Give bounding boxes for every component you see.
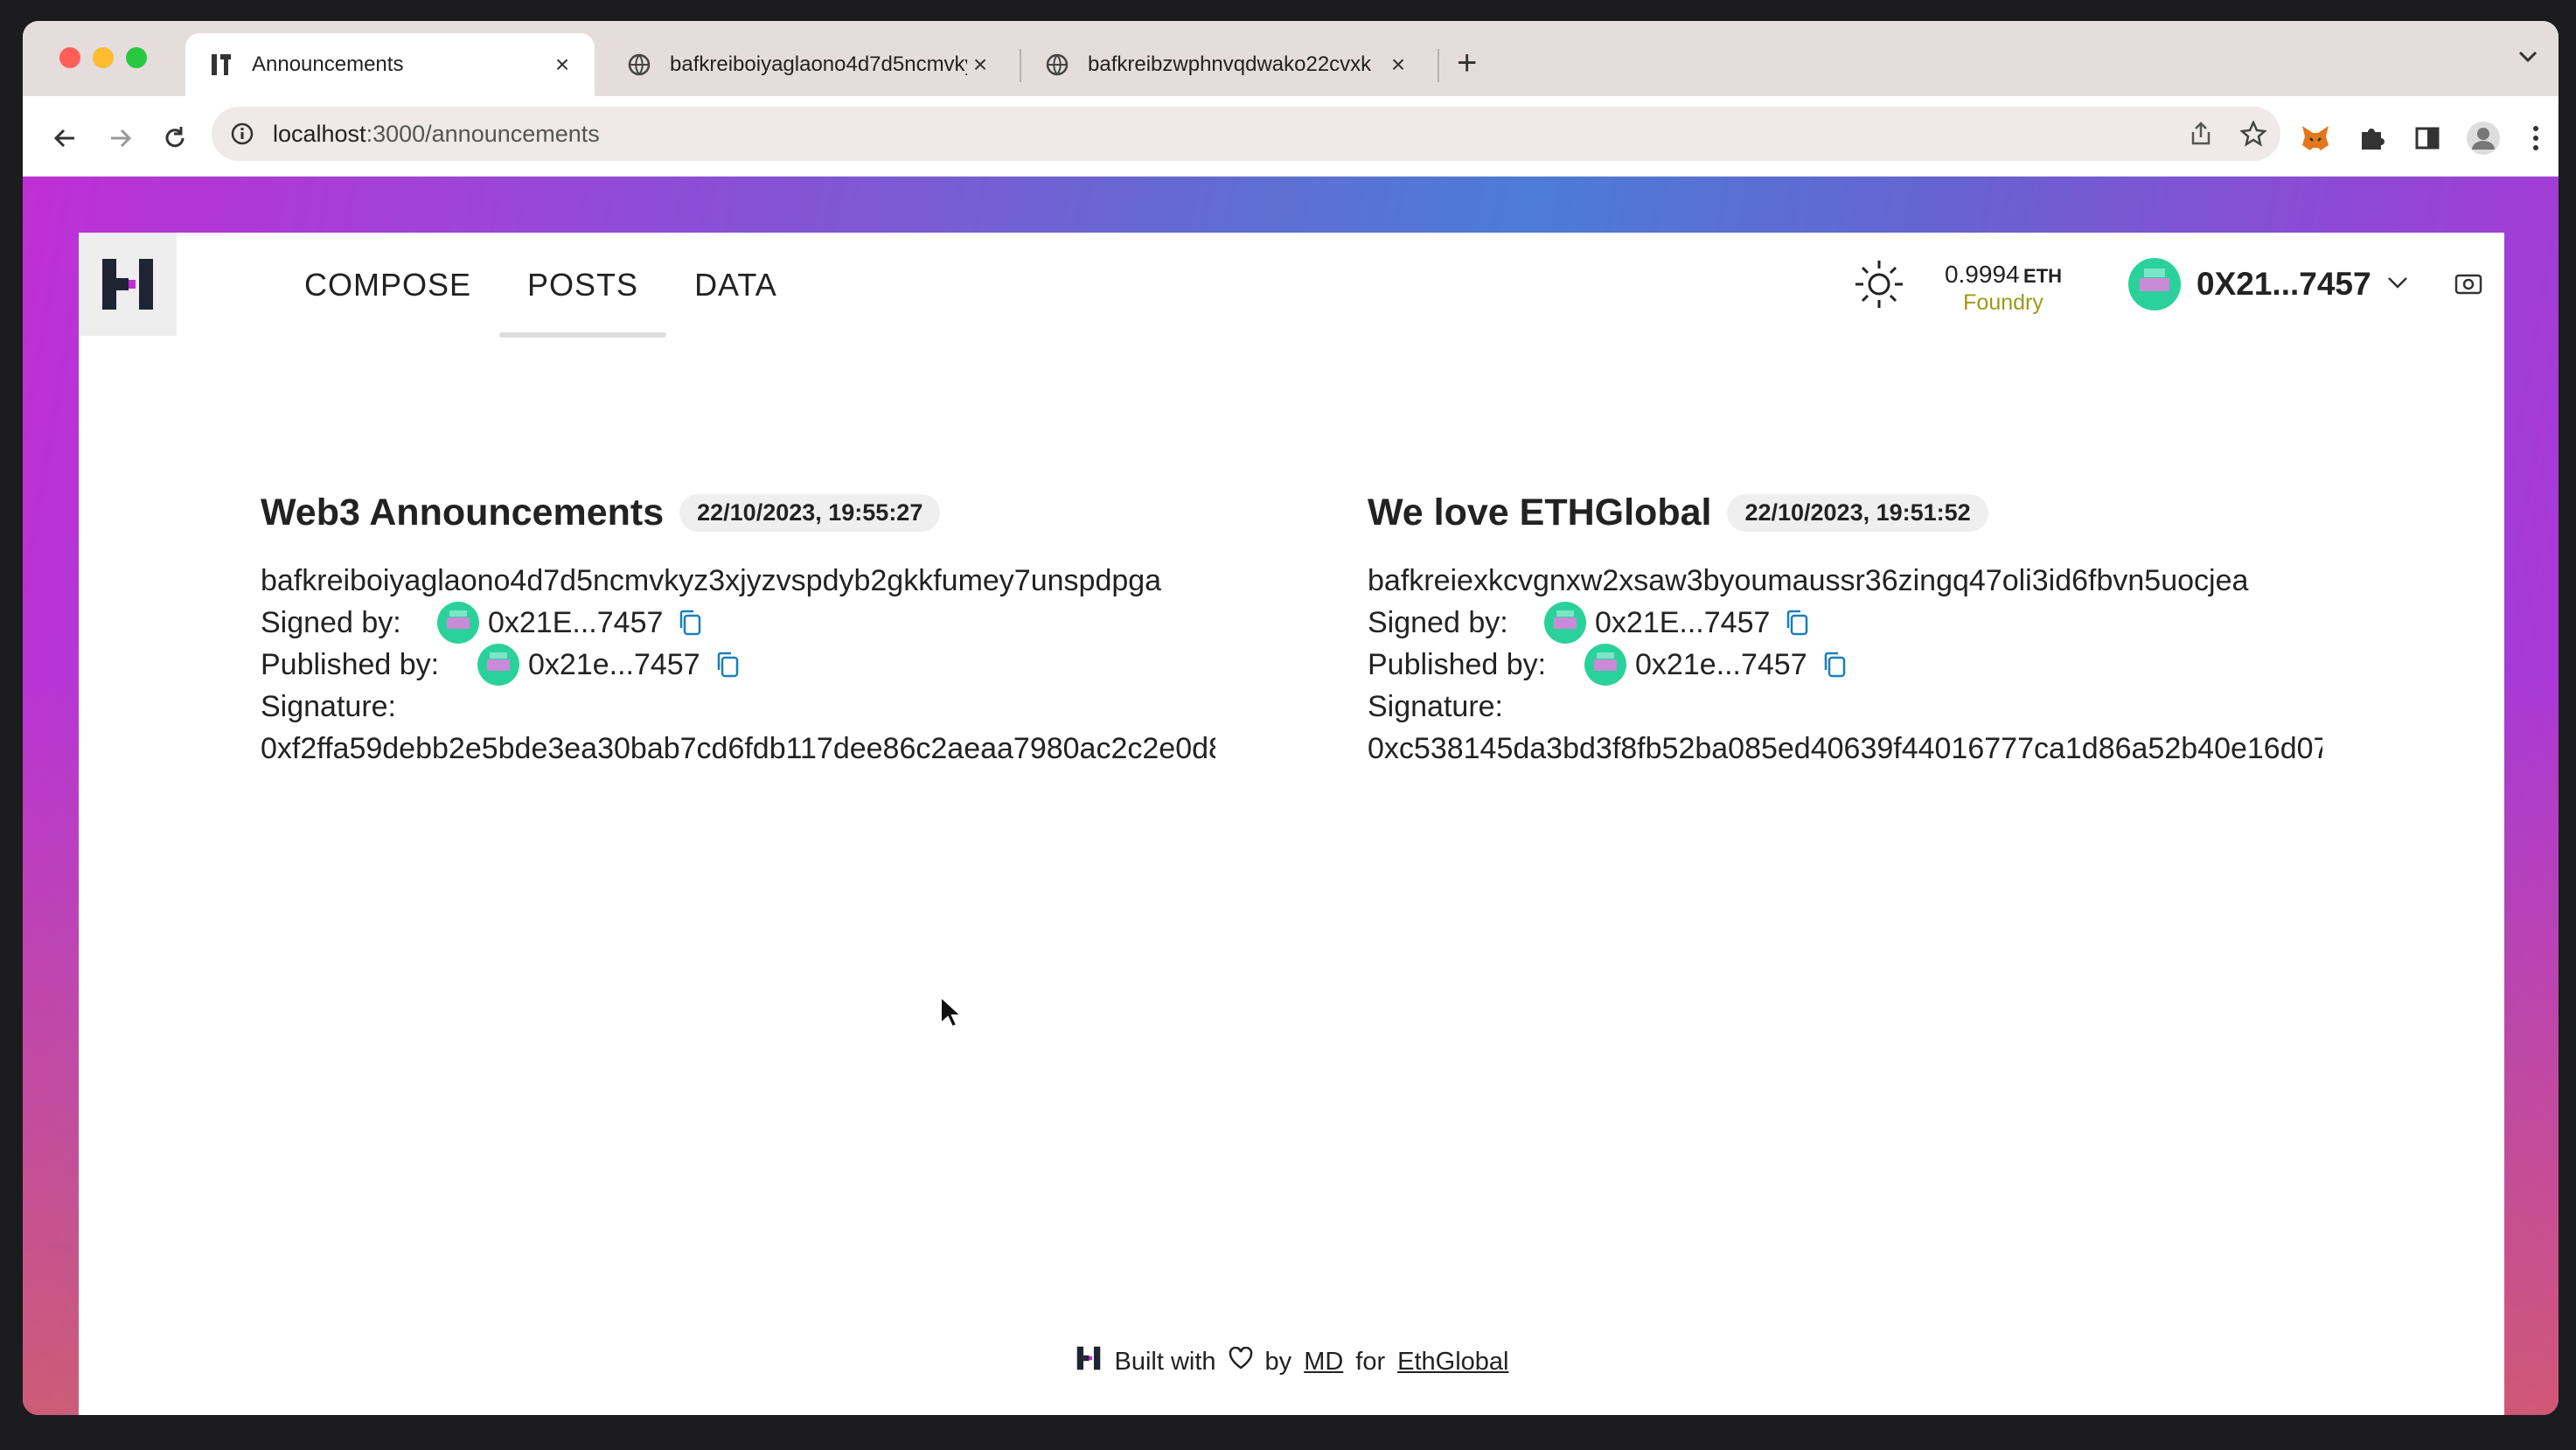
signature-label: Signature:: [261, 690, 396, 723]
tab-announcements[interactable]: Announcements ×: [185, 33, 595, 96]
footer-for: for: [1355, 1347, 1386, 1376]
site-info-icon[interactable]: [229, 121, 255, 147]
network-name: Foundry: [1963, 290, 2043, 315]
new-tab-button[interactable]: +: [1457, 45, 1477, 80]
share-icon[interactable]: [2188, 121, 2214, 147]
app-logo-icon: [102, 259, 153, 310]
minimize-window-button[interactable]: [93, 47, 114, 68]
extensions-puzzle-icon[interactable]: [2354, 121, 2389, 156]
bookmark-star-icon[interactable]: [2240, 121, 2266, 147]
balance: 0.9994 ETH Foundry: [1938, 261, 2069, 316]
tab-title: bafkreibzwphnvqdwako22cvxk: [1088, 52, 1372, 76]
signer-avatar: [1544, 602, 1586, 644]
tab-title: bafkreiboiyaglaono4d7d5ncmvkyz3xjyzvspdy…: [670, 52, 967, 76]
heart-icon: [1229, 1346, 1253, 1377]
mouse-cursor-icon: [939, 994, 964, 1033]
forward-arrow-icon[interactable]: [103, 121, 138, 156]
footer-event-link[interactable]: EthGlobal: [1397, 1348, 1508, 1377]
post-date-badge: 22/10/2023, 19:51:52: [1727, 493, 1988, 532]
globe-icon: [626, 52, 652, 78]
signature-value[interactable]: 0xf2ffa59debb2e5bde3ea30bab7cd6fdb117dee…: [261, 728, 1215, 770]
reload-icon[interactable]: [157, 121, 192, 156]
post-date-badge: 22/10/2023, 19:55:27: [679, 493, 941, 532]
balance-unit: ETH: [2023, 265, 2063, 287]
app-card: COMPOSE POSTS DATA 0.9994 ETH Foundry 0X…: [79, 233, 2504, 1415]
copy-icon[interactable]: [713, 650, 742, 680]
post-card: Web3 Announcements 22/10/2023, 19:55:27 …: [261, 486, 1222, 770]
address-bar[interactable]: localhost:3000/announcements: [212, 107, 2280, 161]
page-footer: Built with by MD for EthGlobal: [79, 1343, 2504, 1380]
publisher-avatar: [477, 644, 519, 686]
account-avatar: [2128, 258, 2181, 310]
back-arrow-icon[interactable]: [47, 121, 82, 156]
signature-label: Signature:: [1368, 690, 1503, 723]
nav-compose[interactable]: COMPOSE: [276, 233, 499, 338]
chevron-down-icon: [2387, 275, 2408, 294]
close-tab-icon[interactable]: ×: [549, 51, 575, 78]
app-favicon-icon: [208, 52, 234, 78]
tab-title: Announcements: [252, 52, 404, 76]
copy-icon[interactable]: [1782, 608, 1812, 638]
copy-icon[interactable]: [1820, 650, 1849, 680]
url-text: localhost:3000/announcements: [273, 120, 600, 147]
account-address: 0X21...7457: [2197, 266, 2371, 302]
network-switch-icon[interactable]: [2454, 269, 2483, 299]
published-by-label: Published by:: [261, 648, 440, 681]
nav-data[interactable]: DATA: [666, 233, 805, 338]
signed-by-label: Signed by:: [1368, 606, 1508, 639]
signed-by-label: Signed by:: [261, 606, 401, 639]
copy-icon[interactable]: [675, 608, 705, 638]
profile-avatar-icon[interactable]: [2466, 121, 2501, 156]
app-logo[interactable]: [79, 233, 177, 336]
close-tab-icon[interactable]: ×: [1385, 51, 1411, 78]
publisher-address: 0x21e...7457: [528, 648, 700, 681]
account-dropdown[interactable]: 0X21...7457: [2128, 257, 2408, 311]
browser-toolbar: localhost:3000/announcements: [23, 96, 2559, 177]
post-title[interactable]: Web3 Announcements: [261, 491, 664, 534]
side-panel-icon[interactable]: [2410, 121, 2445, 156]
tab-search-chevron-icon[interactable]: [2518, 51, 2538, 67]
tab-cid-2[interactable]: bafkreibzwphnvqdwako22cvxk ×: [1021, 33, 1441, 96]
signature-value[interactable]: 0xc538145da3bd3f8fb52ba085ed40639f440167…: [1368, 728, 2322, 770]
post-cid[interactable]: bafkreiexkcvgnxw2xsaw3byoumaussr36zingq4…: [1368, 560, 2329, 602]
metamask-fox-icon[interactable]: [2298, 121, 2333, 156]
signer-address: 0x21E...7457: [1595, 606, 1771, 639]
footer-author-link[interactable]: MD: [1304, 1348, 1343, 1377]
nav-posts[interactable]: POSTS: [499, 233, 667, 338]
publisher-avatar: [1584, 644, 1626, 686]
post-cid[interactable]: bafkreiboiyaglaono4d7d5ncmvkyz3xjyzvspdy…: [261, 560, 1222, 602]
main-nav: COMPOSE POSTS DATA: [276, 233, 805, 338]
tab-cid-1[interactable]: bafkreiboiyaglaono4d7d5ncmvkyz3xjyzvspdy…: [603, 33, 1023, 96]
balance-amount: 0.9994: [1944, 261, 2020, 288]
maximize-window-button[interactable]: [126, 47, 147, 68]
post-card: We love ETHGlobal 22/10/2023, 19:51:52 b…: [1368, 486, 2329, 770]
browser-window: Announcements × bafkreiboiyaglaono4d7d5n…: [23, 21, 2559, 1415]
browser-menu-icon[interactable]: [2518, 121, 2553, 156]
signer-avatar: [437, 602, 479, 644]
footer-by: by: [1264, 1347, 1292, 1376]
published-by-label: Published by:: [1368, 648, 1547, 681]
close-window-button[interactable]: [59, 47, 80, 68]
globe-icon: [1044, 52, 1070, 78]
footer-logo-icon: [1075, 1343, 1103, 1380]
tab-strip: Announcements × bafkreiboiyaglaono4d7d5n…: [23, 21, 2559, 96]
theme-toggle-sun-icon[interactable]: [1852, 257, 1906, 311]
signer-address: 0x21E...7457: [488, 606, 664, 639]
close-tab-icon[interactable]: ×: [967, 51, 993, 78]
footer-built-with: Built with: [1114, 1347, 1216, 1376]
page-viewport: COMPOSE POSTS DATA 0.9994 ETH Foundry 0X…: [23, 177, 2559, 1415]
post-title[interactable]: We love ETHGlobal: [1368, 491, 1711, 534]
publisher-address: 0x21e...7457: [1635, 648, 1807, 681]
